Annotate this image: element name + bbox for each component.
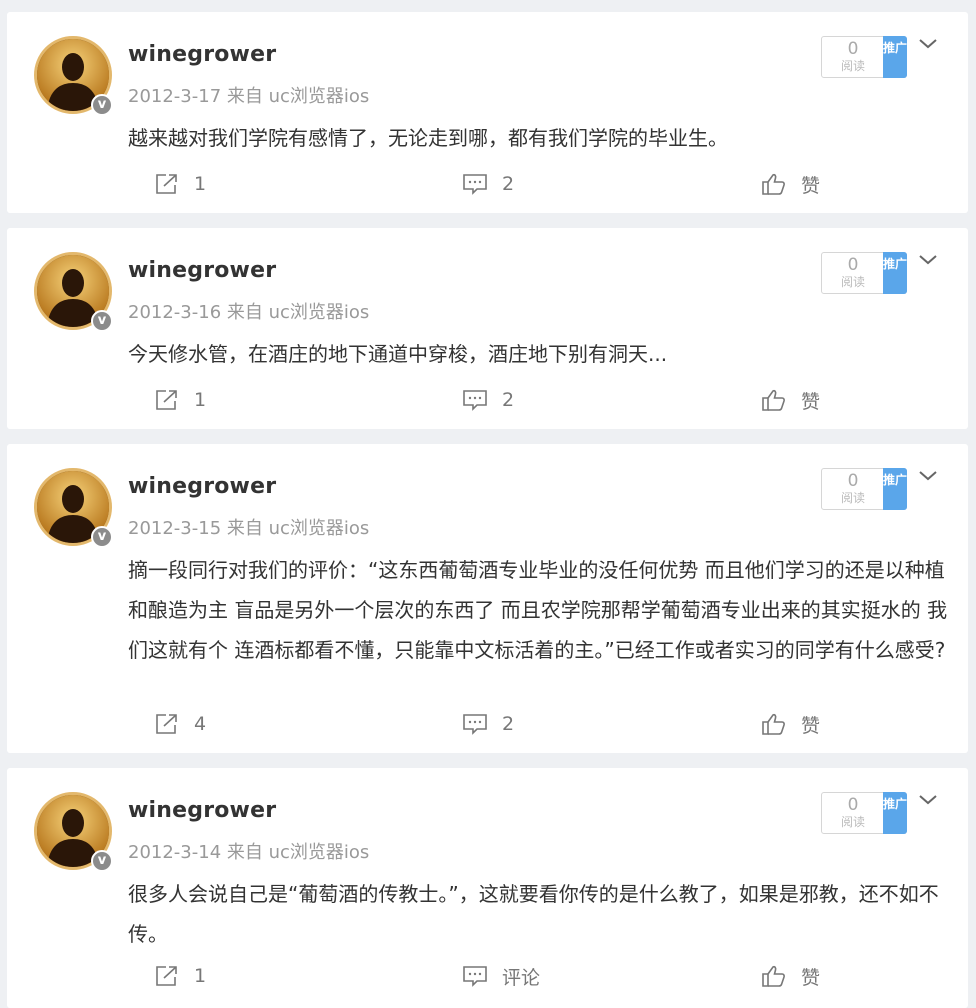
comment-count: 2 xyxy=(502,173,515,195)
share-count: 1 xyxy=(194,965,207,987)
read-count: 0 xyxy=(847,471,859,491)
comment-count: 2 xyxy=(502,389,515,411)
like-label: 赞 xyxy=(801,390,821,413)
like-label: 赞 xyxy=(801,714,821,737)
comment-button[interactable]: 2 xyxy=(462,709,514,739)
author-name[interactable]: winegrower xyxy=(128,258,276,283)
promote-button[interactable]: 推广 xyxy=(883,468,907,510)
read-label: 阅读 xyxy=(840,815,865,829)
share-icon xyxy=(156,966,177,986)
post-meta: 2012-3-17 来自 uc浏览器ios xyxy=(128,86,370,107)
promote-button[interactable]: 推广 xyxy=(883,36,907,78)
comment-icon xyxy=(463,966,487,987)
post-meta: 2012-3-15 来自 uc浏览器ios xyxy=(128,518,370,539)
thumbs-up-icon xyxy=(762,965,785,987)
read-count: 0 xyxy=(847,39,859,59)
thumbs-up-icon xyxy=(762,713,785,735)
comment-button[interactable]: 2 xyxy=(462,385,514,415)
verified-badge: v xyxy=(91,526,113,548)
post-card: v winegrower 2012-3-16 来自 uc浏览器ios 今天修水管… xyxy=(7,228,968,429)
chevron-down-icon[interactable] xyxy=(917,468,939,484)
post-card: v winegrower 2012-3-17 来自 uc浏览器ios 越来越对我… xyxy=(7,12,968,213)
share-count: 1 xyxy=(194,173,207,195)
comment-icon xyxy=(463,174,487,195)
promote-button[interactable]: 推广 xyxy=(883,252,907,294)
post-content: 摘一段同行对我们的评价：“这东西葡萄酒专业毕业的没任何优势 而且他们学习的还是以… xyxy=(128,558,948,662)
comment-icon xyxy=(463,714,487,735)
author-name[interactable]: winegrower xyxy=(128,798,276,823)
verified-badge: v xyxy=(91,850,113,872)
share-button[interactable]: 1 xyxy=(154,385,206,415)
read-count: 0 xyxy=(847,255,859,275)
action-bar: 1 2 赞 xyxy=(7,169,968,199)
verified-badge: v xyxy=(91,310,113,332)
comment-count: 评论 xyxy=(502,966,541,989)
read-label: 阅读 xyxy=(840,275,865,289)
thumbs-up-icon xyxy=(762,389,785,411)
post-meta: 2012-3-16 来自 uc浏览器ios xyxy=(128,302,370,323)
post-card: v winegrower 2012-3-15 来自 uc浏览器ios 摘一段同行… xyxy=(7,444,968,753)
like-button[interactable]: 赞 xyxy=(761,169,820,199)
share-button[interactable]: 1 xyxy=(154,169,206,199)
read-count-box[interactable]: 0 阅读 推广 xyxy=(821,792,907,834)
comment-count: 2 xyxy=(502,713,515,735)
share-button[interactable]: 4 xyxy=(154,709,206,739)
chevron-down-icon[interactable] xyxy=(917,792,939,808)
read-count-box[interactable]: 0 阅读 推广 xyxy=(821,468,907,510)
chevron-down-icon[interactable] xyxy=(917,36,939,52)
chevron-down-icon[interactable] xyxy=(917,252,939,268)
read-label: 阅读 xyxy=(840,59,865,73)
thumbs-up-icon xyxy=(762,173,785,195)
like-button[interactable]: 赞 xyxy=(761,385,820,415)
action-bar: 4 2 赞 xyxy=(7,709,968,739)
author-name[interactable]: winegrower xyxy=(128,42,276,67)
share-count: 1 xyxy=(194,389,207,411)
share-icon xyxy=(156,714,177,734)
post-meta: 2012-3-14 来自 uc浏览器ios xyxy=(128,842,370,863)
share-count: 4 xyxy=(194,713,207,735)
share-button[interactable]: 1 xyxy=(154,961,206,991)
like-label: 赞 xyxy=(801,174,821,197)
read-count-box[interactable]: 0 阅读 推广 xyxy=(821,252,907,294)
like-button[interactable]: 赞 xyxy=(761,961,820,991)
read-label: 阅读 xyxy=(840,491,865,505)
like-button[interactable]: 赞 xyxy=(761,709,820,739)
action-bar: 1 2 赞 xyxy=(7,385,968,415)
comment-button[interactable]: 2 xyxy=(462,169,514,199)
author-name[interactable]: winegrower xyxy=(128,474,276,499)
post-card: v winegrower 2012-3-14 来自 uc浏览器ios 很多人会说… xyxy=(7,768,968,1008)
comment-button[interactable]: 评论 xyxy=(462,961,540,991)
post-content: 今天修水管，在酒庄的地下通道中穿梭，酒庄地下别有洞天... xyxy=(128,342,668,366)
read-count-box[interactable]: 0 阅读 推广 xyxy=(821,36,907,78)
like-label: 赞 xyxy=(801,966,821,989)
read-count: 0 xyxy=(847,795,859,815)
verified-badge: v xyxy=(91,94,113,116)
share-icon xyxy=(156,174,177,194)
action-bar: 1 评论 赞 xyxy=(7,961,968,991)
share-icon xyxy=(156,390,177,410)
promote-button[interactable]: 推广 xyxy=(883,792,907,834)
post-content: 很多人会说自己是“葡萄酒的传教士。”，这就要看你传的是什么教了，如果是邪教，还不… xyxy=(128,882,939,946)
comment-icon xyxy=(463,390,487,411)
post-content: 越来越对我们学院有感情了，无论走到哪，都有我们学院的毕业生。 xyxy=(128,126,728,150)
